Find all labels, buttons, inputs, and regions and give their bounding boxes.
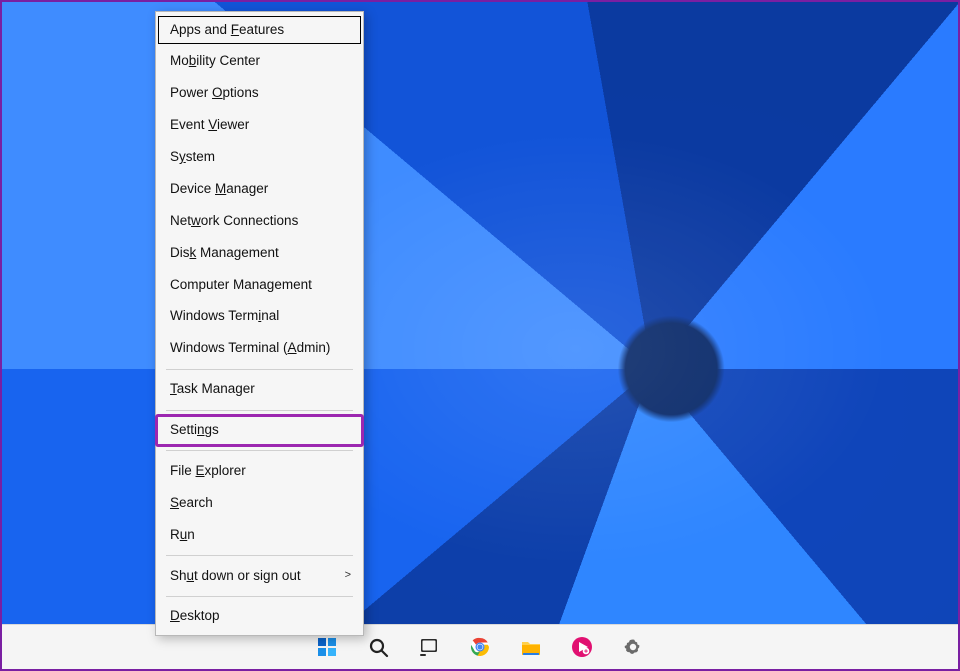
menu-label-pre: Apps and (170, 22, 231, 37)
menu-label-post: t down or sign out (194, 568, 301, 583)
menu-label-post: dmin) (297, 340, 331, 355)
menu-separator (166, 555, 353, 556)
menu-label-pre: Event (170, 117, 208, 132)
menu-item-disk-management[interactable]: Disk Management (156, 237, 363, 269)
menu-label-pre: Computer Mana (170, 277, 267, 292)
menu-separator (166, 450, 353, 451)
menu-item-device-manager[interactable]: Device Manager (156, 173, 363, 205)
menu-label-pre: S (170, 149, 179, 164)
menu-label-pre: Windows Term (170, 308, 258, 323)
menu-label-accelerator: u (187, 568, 195, 583)
menu-label-accelerator: O (212, 85, 223, 100)
menu-label-post: anager (226, 181, 268, 196)
menu-label-post: ask Manager (177, 381, 255, 396)
menu-label-post: ptions (223, 85, 259, 100)
menu-item-power-options[interactable]: Power Options (156, 78, 363, 110)
menu-item-search[interactable]: Search (156, 487, 363, 519)
menu-label-post: earch (179, 495, 213, 510)
menu-separator (166, 596, 353, 597)
menu-label-post: Management (196, 245, 279, 260)
chrome-button[interactable] (464, 631, 496, 663)
menu-label-pre: Setti (170, 422, 197, 437)
menu-label-pre: Device (170, 181, 215, 196)
pink-app-icon (571, 636, 593, 658)
menu-label-post: gs (205, 422, 219, 437)
menu-label-post: esktop (180, 608, 220, 623)
menu-item-settings[interactable]: Settings (156, 415, 363, 447)
menu-label-post: n (187, 527, 195, 542)
menu-item-mobility-center[interactable]: Mobility Center (156, 46, 363, 78)
menu-separator (166, 369, 353, 370)
file-explorer-button[interactable] (515, 631, 547, 663)
menu-item-network-connections[interactable]: Network Connections (156, 205, 363, 237)
menu-item-task-manager[interactable]: Task Manager (156, 374, 363, 406)
menu-label-post: iewer (217, 117, 249, 132)
settings-button[interactable] (617, 631, 649, 663)
start-button[interactable] (311, 631, 343, 663)
task-view-button[interactable] (413, 631, 445, 663)
desktop-screen: Apps and FeaturesMobility CenterPower Op… (0, 0, 960, 671)
menu-item-event-viewer[interactable]: Event Viewer (156, 110, 363, 142)
app-button[interactable] (566, 631, 598, 663)
menu-label-accelerator: E (196, 463, 205, 478)
chrome-icon (469, 636, 491, 658)
menu-label-accelerator: A (288, 340, 297, 355)
menu-separator (166, 410, 353, 411)
menu-item-desktop[interactable]: Desktop (156, 601, 363, 633)
menu-label-post: eatures (239, 22, 284, 37)
menu-item-file-explorer[interactable]: File Explorer (156, 455, 363, 487)
gear-icon (622, 636, 644, 658)
menu-item-windows-terminal[interactable]: Windows Terminal (156, 301, 363, 333)
search-button[interactable] (362, 631, 394, 663)
folder-icon (520, 636, 542, 658)
menu-item-shut-down-or-sign-out[interactable]: Shut down or sign out > (156, 560, 363, 592)
menu-label-accelerator: n (197, 422, 205, 437)
taskbar (2, 624, 958, 669)
menu-label-post: ility Center (196, 53, 260, 68)
menu-label-accelerator: F (231, 22, 239, 37)
menu-label-pre: File (170, 463, 196, 478)
menu-item-windows-terminal-admin[interactable]: Windows Terminal (Admin) (156, 333, 363, 365)
task-view-icon (418, 636, 440, 658)
menu-label-accelerator: S (170, 495, 179, 510)
menu-label-post: stem (186, 149, 215, 164)
menu-item-computer-management[interactable]: Computer Management (156, 269, 363, 301)
menu-item-run[interactable]: Run (156, 519, 363, 551)
menu-label-accelerator: V (208, 117, 217, 132)
search-icon (367, 636, 389, 658)
menu-label-accelerator: T (170, 381, 177, 396)
menu-item-system[interactable]: System (156, 142, 363, 174)
menu-label-pre: Mo (170, 53, 189, 68)
menu-label-accelerator: w (191, 213, 201, 228)
menu-label-post: xplorer (205, 463, 246, 478)
menu-label-accelerator: M (215, 181, 226, 196)
menu-label-post: ork Connections (201, 213, 299, 228)
desktop-wallpaper (2, 2, 958, 669)
winx-context-menu: Apps and FeaturesMobility CenterPower Op… (155, 11, 364, 636)
start-icon (316, 636, 338, 658)
menu-label-accelerator: D (170, 608, 180, 623)
menu-label-accelerator: y (179, 149, 186, 164)
menu-label-pre: Sh (170, 568, 187, 583)
submenu-arrow-icon: > (345, 569, 351, 583)
menu-label-pre: Power (170, 85, 212, 100)
menu-item-apps-and-features[interactable]: Apps and Features (156, 14, 363, 46)
menu-label-post: nal (261, 308, 279, 323)
menu-label-pre: Windows Terminal ( (170, 340, 288, 355)
menu-label-post: ement (274, 277, 312, 292)
menu-label-pre: Dis (170, 245, 190, 260)
menu-label-pre: Net (170, 213, 191, 228)
menu-label-pre: R (170, 527, 180, 542)
